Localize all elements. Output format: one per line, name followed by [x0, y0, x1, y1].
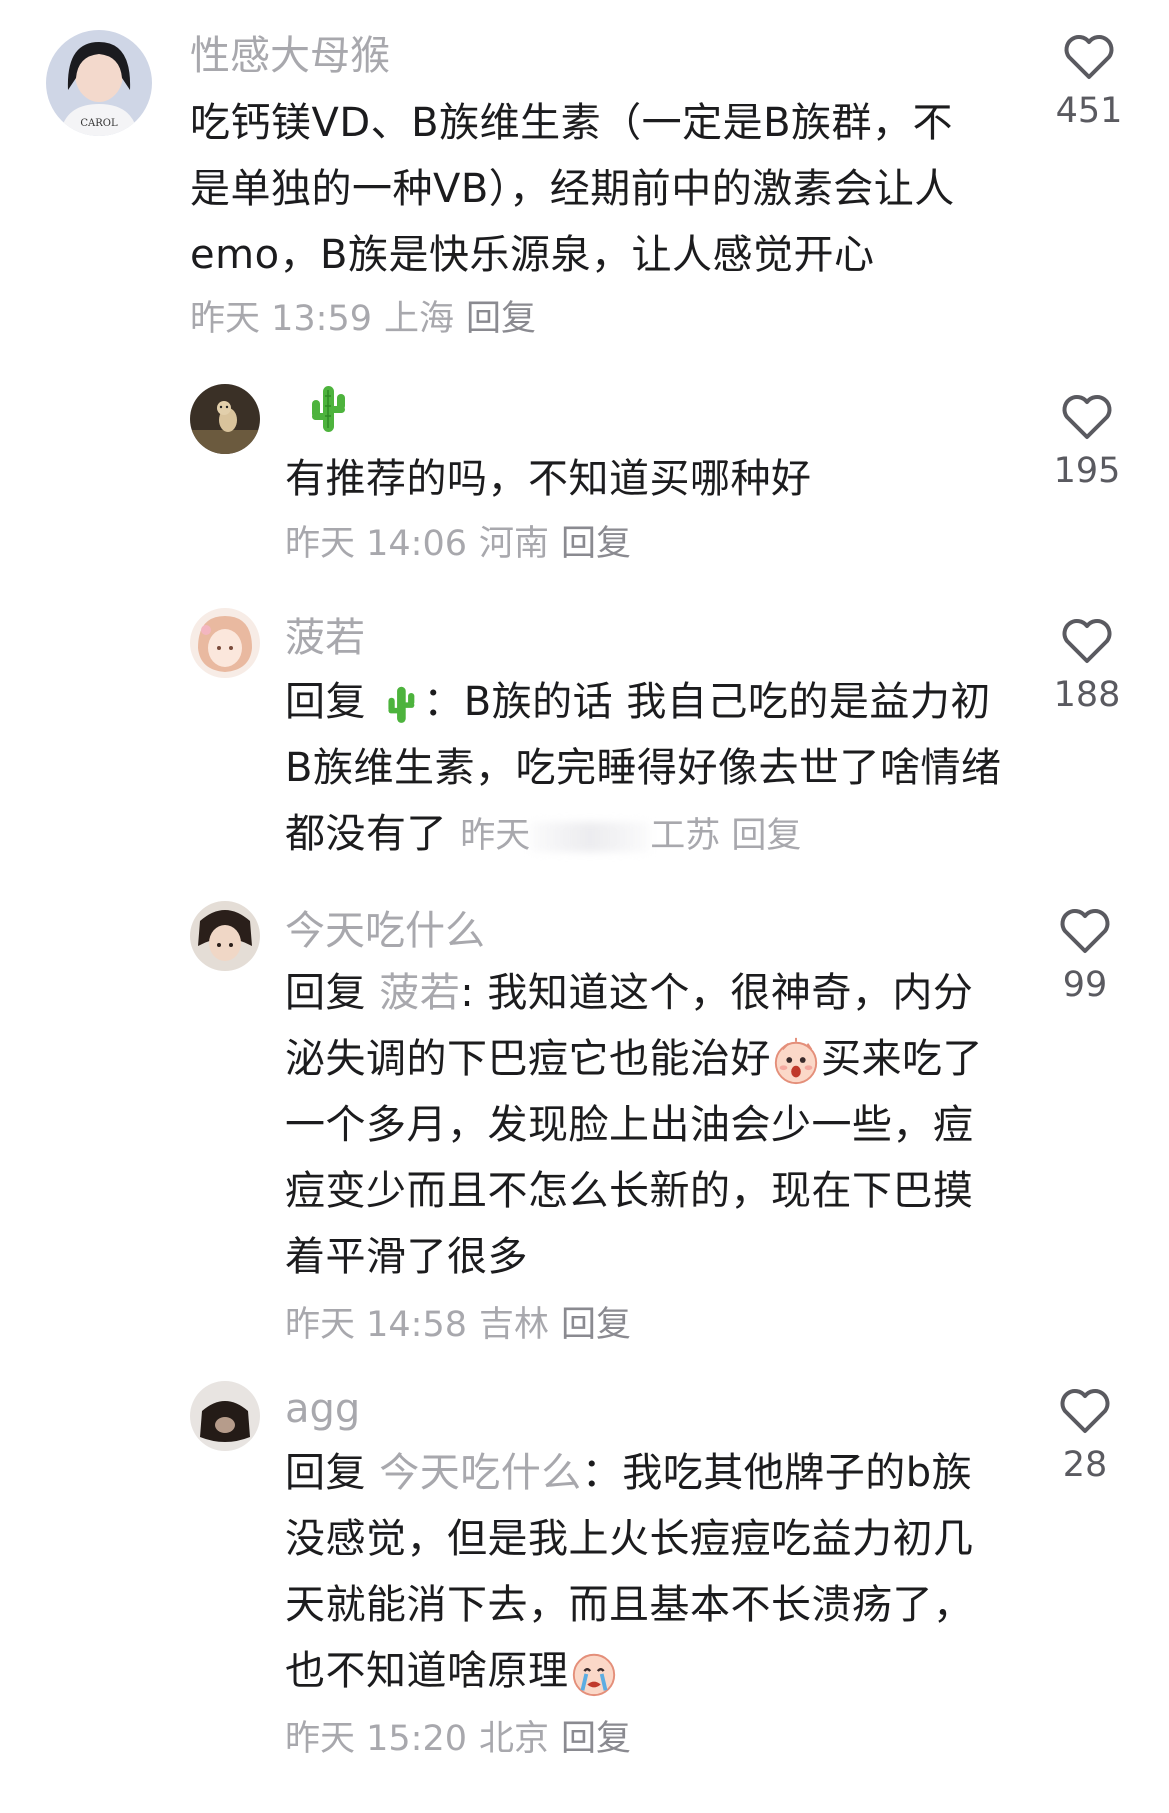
comment-meta: 昨天 工苏 回复	[460, 816, 801, 856]
reply-target[interactable]: 菠若	[379, 970, 460, 1016]
heart-icon	[1062, 395, 1112, 439]
location: 工苏	[650, 816, 721, 856]
like-count: 451	[1055, 91, 1123, 131]
username[interactable]: 性感大母猴	[190, 32, 390, 80]
avatar[interactable]: CAROL	[46, 30, 152, 136]
location: 吉林	[479, 1305, 550, 1345]
shocked-face-icon	[774, 1037, 818, 1085]
like-count: 99	[1062, 965, 1108, 1005]
timestamp: 昨天 13:59	[190, 299, 372, 339]
username[interactable]: 菠若	[285, 614, 365, 662]
crying-face-icon	[572, 1653, 615, 1697]
comment-meta: 昨天 13:59 上海 回复	[190, 297, 548, 341]
reply-button[interactable]: 回复	[466, 299, 536, 339]
cactus-icon	[312, 386, 345, 432]
avatar-dark-icon	[190, 1381, 260, 1451]
avatar[interactable]	[190, 608, 260, 678]
like-count: 28	[1062, 1445, 1108, 1485]
location: 上海	[384, 299, 455, 339]
avatar-upside-down-icon	[190, 901, 260, 971]
comment-text: 有推荐的吗，不知道买哪种好	[285, 456, 812, 502]
like-count: 188	[1053, 675, 1121, 715]
reply-button[interactable]: 回复	[731, 816, 801, 856]
heart-icon	[1060, 1389, 1110, 1433]
avatar[interactable]	[190, 1381, 260, 1451]
like-button[interactable]: 195	[1027, 393, 1147, 493]
reply-prefix: 回复	[285, 1450, 366, 1496]
username[interactable]	[300, 380, 356, 436]
reply-target[interactable]: 今天吃什么	[379, 1450, 582, 1496]
username[interactable]: agg	[285, 1385, 360, 1433]
reply-button[interactable]: 回复	[561, 524, 631, 564]
like-button[interactable]: 28	[1025, 1387, 1145, 1487]
comment-text: 回复 今天吃什么：我吃其他牌子的b族没感觉，但是我上火长痘痘吃益力初几天就能消下…	[285, 1440, 990, 1704]
comment-meta: 昨天 14:06 河南 回复	[285, 522, 643, 566]
reply-button[interactable]: 回复	[561, 1305, 631, 1345]
like-count: 195	[1053, 451, 1121, 491]
heart-icon	[1060, 909, 1110, 953]
reply-prefix: 回复	[285, 679, 366, 725]
timestamp: 昨天	[460, 816, 531, 856]
reply-prefix: 回复	[285, 970, 366, 1016]
comment-text: 回复 ：B族的话 我自己吃的是益力初B族维生素，吃完睡得好像去世了啥情绪都没有了…	[285, 669, 1005, 869]
username[interactable]: 今天吃什么	[285, 907, 485, 955]
like-button[interactable]: 99	[1025, 907, 1145, 1007]
heart-icon	[1062, 619, 1112, 663]
timestamp: 昨天 15:20	[285, 1719, 467, 1759]
timestamp: 昨天 14:06	[285, 524, 467, 564]
redacted-region	[530, 822, 651, 852]
avatar[interactable]	[190, 901, 260, 971]
location: 北京	[479, 1719, 550, 1759]
cactus-icon[interactable]	[379, 682, 423, 726]
avatar-dog-icon	[190, 384, 260, 454]
comment-text: 吃钙镁VD、B族维生素（一定是B族群，不是单独的一种VB），经期前中的激素会让人…	[190, 100, 955, 278]
like-button[interactable]: 188	[1027, 617, 1147, 717]
svg-text:CAROL: CAROL	[80, 118, 118, 129]
avatar-anime-icon	[190, 608, 260, 678]
location: 河南	[479, 524, 550, 564]
comment-meta: 昨天 14:58 吉林 回复	[285, 1303, 643, 1347]
reply-button[interactable]: 回复	[561, 1719, 631, 1759]
avatar-girl-icon: CAROL	[46, 30, 152, 136]
avatar[interactable]	[190, 384, 260, 454]
comment-meta: 昨天 15:20 北京 回复	[285, 1717, 643, 1761]
like-button[interactable]: 451	[1029, 33, 1149, 133]
timestamp: 昨天 14:58	[285, 1305, 467, 1345]
comment-text: 回复 菠若: 我知道这个，很神奇，内分泌失调的下巴痘它也能治好 买来吃了一个多月…	[285, 960, 990, 1290]
heart-icon	[1064, 35, 1114, 79]
